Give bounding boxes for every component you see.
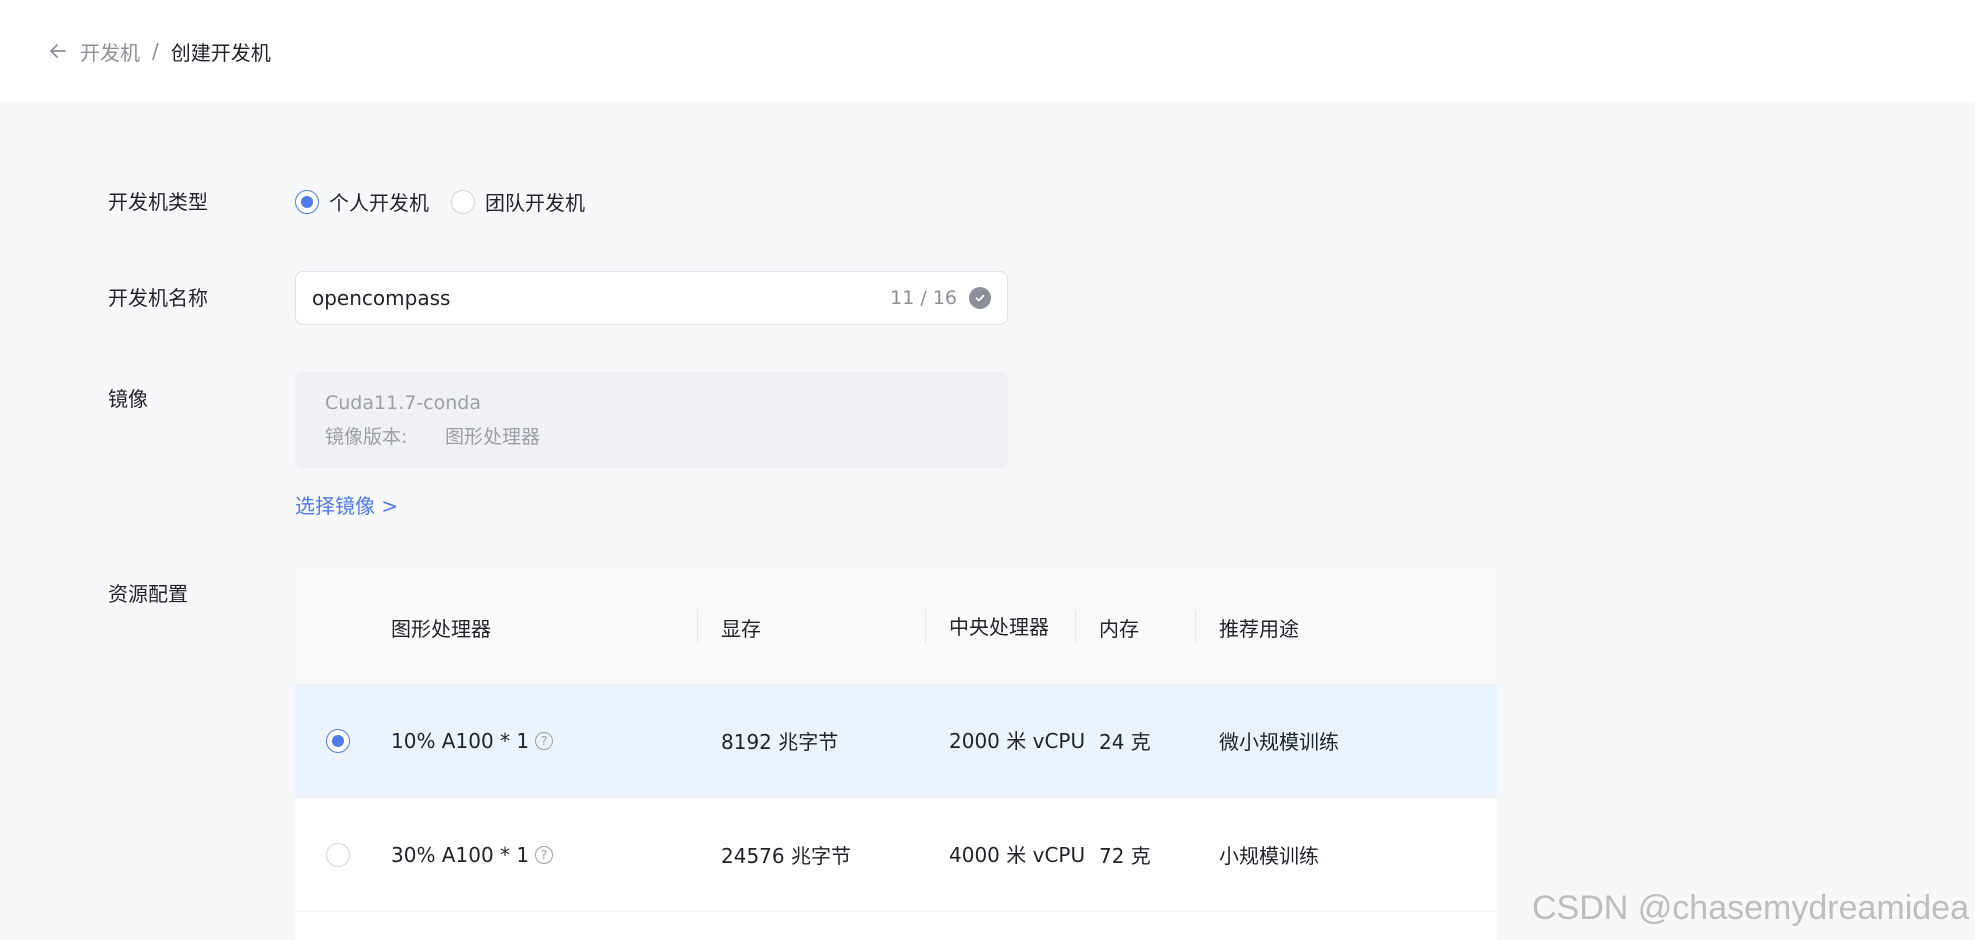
radio-team-label: 团队开发机 xyxy=(485,191,585,215)
use-value: 小规模训练 xyxy=(1219,844,1319,868)
use-value: 微小规模训练 xyxy=(1219,730,1339,754)
mem-value: 24 克 xyxy=(1099,730,1151,754)
radio-checked-icon[interactable] xyxy=(326,728,350,753)
top-bar: 开发机 / 创建开发机 xyxy=(0,0,1975,102)
name-char-count: 11 / 16 xyxy=(890,287,957,309)
watermark: CSDN @chasemydreamidea xyxy=(1531,889,1969,927)
header-use: 推荐用途 xyxy=(1195,570,1497,684)
image-name: Cuda11.7-conda xyxy=(325,392,481,414)
resource-label: 资源配置 xyxy=(108,582,188,606)
help-icon[interactable]: ? xyxy=(535,731,554,750)
row-select-cell xyxy=(295,684,391,797)
arrow-left-icon[interactable] xyxy=(48,40,70,62)
image-info-box: Cuda11.7-conda 镜像版本: 图形处理器 xyxy=(295,372,1008,468)
name-label: 开发机名称 xyxy=(108,286,208,310)
radio-unchecked-icon[interactable] xyxy=(451,189,475,214)
breadcrumb-current: 创建开发机 xyxy=(170,40,271,65)
name-field[interactable]: 11 / 16 xyxy=(295,271,1008,325)
gpu-cell: 10% A100 * 1 ? xyxy=(391,684,721,797)
table-header: 图形处理器 显存 中央处理器 内存 推荐用途 xyxy=(295,570,1497,684)
cpu-value: 4000 米 vCPU xyxy=(949,842,1086,867)
vram-value: 24576 兆字节 xyxy=(721,844,851,868)
radio-personal[interactable]: 个人开发机 xyxy=(295,187,429,216)
resource-table: 图形处理器 显存 中央处理器 内存 推荐用途 10% A100 * 1 ? 81… xyxy=(295,570,1497,940)
breadcrumb-separator: / xyxy=(152,39,159,63)
vram-value: 8192 兆字节 xyxy=(721,730,839,754)
table-row[interactable]: 30% A100 * 1 ? 24576 兆字节 4000 米 vCPU 72 … xyxy=(295,798,1497,912)
image-version-key: 镜像版本: xyxy=(325,426,408,448)
radio-personal-label: 个人开发机 xyxy=(329,191,429,215)
header-vram: 显存 xyxy=(697,570,949,684)
header-gpu: 图形处理器 xyxy=(391,616,491,641)
type-label: 开发机类型 xyxy=(108,190,208,214)
row-select-cell xyxy=(295,798,391,911)
gpu-value: 10% A100 * 1 xyxy=(391,728,530,753)
mem-value: 72 克 xyxy=(1099,844,1151,868)
help-icon[interactable]: ? xyxy=(535,845,554,864)
check-circle-icon xyxy=(969,287,991,309)
header-mem: 内存 xyxy=(1075,570,1219,684)
breadcrumb-parent[interactable]: 开发机 xyxy=(80,37,140,66)
radio-unchecked-icon[interactable] xyxy=(326,842,350,867)
cpu-value: 2000 米 vCPU xyxy=(949,728,1086,753)
radio-checked-icon[interactable] xyxy=(295,189,319,214)
gpu-value: 30% A100 * 1 xyxy=(391,842,530,867)
select-image-link[interactable]: 选择镜像 > xyxy=(295,490,398,519)
table-row[interactable]: 10% A100 * 1 ? 8192 兆字节 2000 米 vCPU 24 克… xyxy=(295,684,1497,798)
image-version-value: 图形处理器 xyxy=(445,426,541,448)
gpu-cell: 30% A100 * 1 ? xyxy=(391,798,721,911)
header-select-col xyxy=(295,570,391,684)
radio-team[interactable]: 团队开发机 xyxy=(451,187,585,216)
header-cpu: 中央处理器 xyxy=(925,570,1099,684)
image-label: 镜像 xyxy=(108,387,148,411)
name-input[interactable] xyxy=(312,286,891,310)
create-devmachine-form: 开发机类型 个人开发机 团队开发机 开发机名称 11 / 16 镜像 Cuda1… xyxy=(0,102,1975,940)
type-radio-group: 个人开发机 团队开发机 xyxy=(295,187,607,216)
